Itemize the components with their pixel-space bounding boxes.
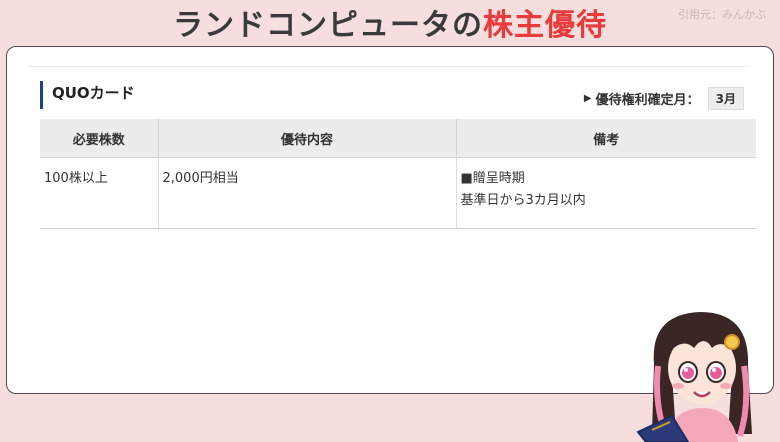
note-line: 基準日から3カ月以内 bbox=[460, 193, 586, 208]
source-credit: 引用元：みんかぶ bbox=[678, 8, 766, 21]
title-accent: 株主優待 bbox=[483, 8, 607, 43]
triangle-right-icon: ▶ bbox=[583, 93, 592, 104]
title-main: ランドコンピュータの bbox=[173, 8, 483, 43]
benefit-panel: QUOカード ▶ 優待権利確定月： 3月 必要株数 優待内容 備考 100株以上… bbox=[28, 66, 756, 303]
benefit-table: 必要株数 優待内容 備考 100株以上 2,000円相当 ■贈呈時期 基準日から… bbox=[40, 119, 756, 229]
shares-cell: 100株以上 bbox=[40, 157, 159, 229]
table-header-row: 必要株数 優待内容 備考 bbox=[40, 119, 756, 158]
kakutei-month-info: ▶ 優待権利確定月： 3月 bbox=[584, 87, 744, 110]
kakutei-label: 優待権利確定月： bbox=[595, 93, 700, 108]
mascot-illustration bbox=[636, 312, 752, 442]
benefit-name: QUOカード bbox=[40, 81, 135, 109]
table-row: 100株以上 2,000円相当 ■贈呈時期 基準日から3カ月以内 bbox=[40, 157, 756, 229]
column-header: 必要株数 bbox=[40, 119, 159, 158]
content-cell: 2,000円相当 bbox=[158, 157, 457, 229]
note-cell: ■贈呈時期 基準日から3カ月以内 bbox=[456, 157, 756, 229]
column-header: 備考 bbox=[456, 119, 756, 158]
page-title: ランドコンピュータの株主優待 bbox=[0, 6, 780, 46]
column-header: 優待内容 bbox=[158, 119, 457, 158]
kakutei-month-badge: 3月 bbox=[707, 87, 744, 110]
note-line: ■贈呈時期 bbox=[460, 171, 525, 186]
